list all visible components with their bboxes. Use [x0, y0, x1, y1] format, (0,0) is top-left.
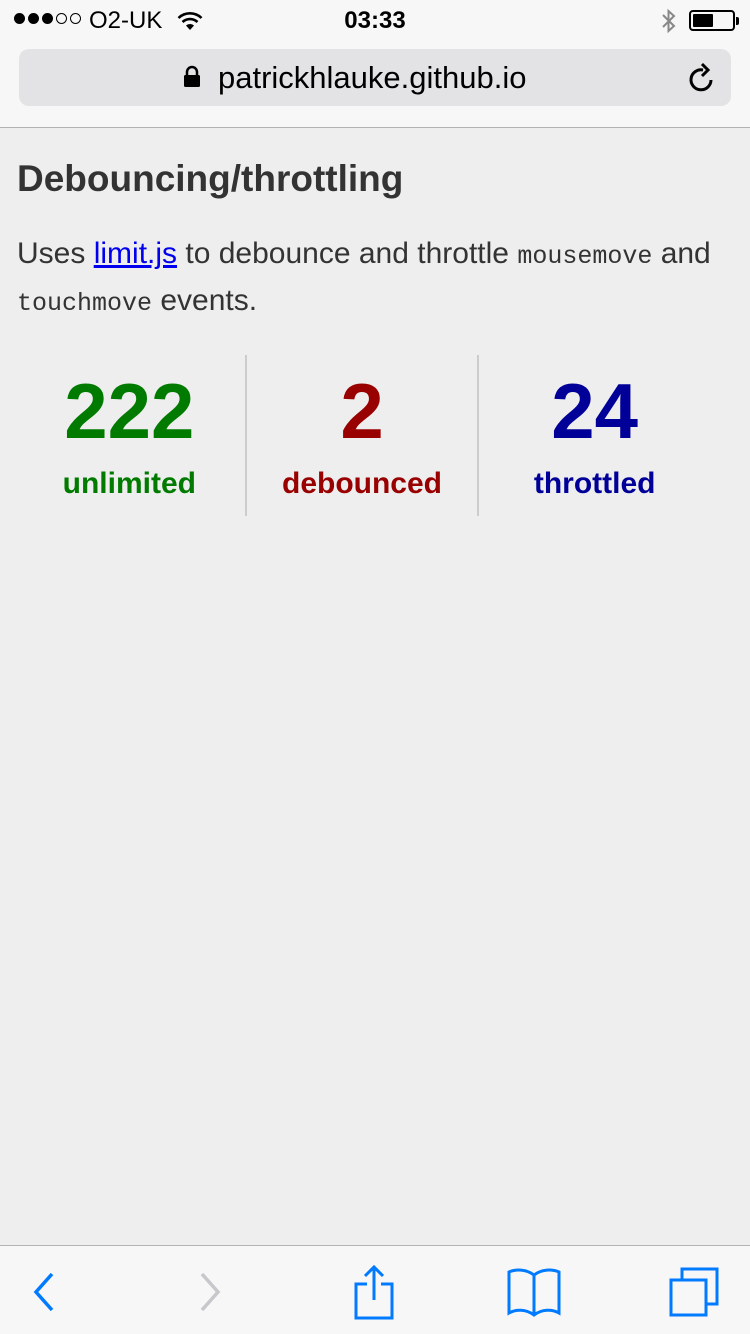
reload-icon[interactable] — [687, 62, 717, 99]
counter-throttled: 24 throttled — [477, 355, 710, 516]
forward-button[interactable] — [181, 1264, 241, 1320]
address-bar[interactable]: patrickhlauke.github.io — [19, 49, 731, 106]
counter-label: unlimited — [62, 467, 196, 500]
battery-icon — [689, 10, 739, 31]
counter-value: 2 — [340, 367, 384, 455]
page-title: Debouncing/throttling — [17, 158, 404, 199]
safari-toolbar — [0, 1245, 750, 1334]
counter-debounced: 2 debounced — [244, 355, 478, 516]
share-button[interactable] — [344, 1264, 404, 1320]
bookmarks-icon — [507, 1268, 561, 1317]
status-bar: O2-UK 03:33 — [0, 0, 750, 40]
counter-value: 24 — [551, 367, 639, 455]
intro-prefix: Uses — [17, 237, 86, 270]
tabs-icon — [669, 1267, 719, 1317]
back-icon — [33, 1272, 54, 1312]
browser-chrome: O2-UK 03:33 patrickhlauke.github.io — [0, 0, 750, 128]
tabs-button[interactable] — [664, 1264, 724, 1320]
back-button[interactable] — [13, 1264, 73, 1320]
mousemove-code: mousemove — [517, 242, 653, 271]
event-counters: 222 unlimited 2 debounced 24 throttled — [14, 355, 710, 516]
touchmove-code: touchmove — [17, 289, 153, 318]
limit-js-link[interactable]: limit.js — [94, 237, 177, 270]
bluetooth-icon — [660, 8, 678, 41]
share-icon — [354, 1264, 394, 1320]
url-text: patrickhlauke.github.io — [218, 60, 527, 95]
bookmarks-button[interactable] — [504, 1264, 564, 1320]
counter-label: throttled — [533, 467, 656, 500]
forward-icon — [200, 1272, 221, 1312]
intro-and: and — [660, 237, 711, 270]
status-time: 03:33 — [344, 7, 406, 34]
counter-unlimited: 222 unlimited — [14, 355, 245, 516]
intro-paragraph: Uses limit.js to debounce and throttle m… — [17, 232, 727, 326]
intro-suffix: events. — [160, 284, 258, 317]
intro-middle: to debounce and throttle — [185, 237, 509, 270]
lock-icon — [183, 65, 201, 94]
counter-label: debounced — [282, 467, 443, 500]
counter-value: 222 — [64, 367, 195, 455]
